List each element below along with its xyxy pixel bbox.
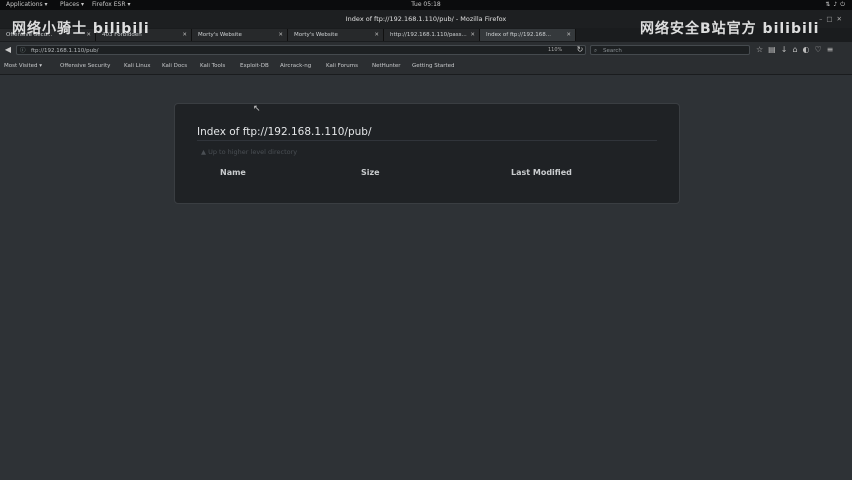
extension-icon[interactable]: ◐ bbox=[803, 45, 815, 54]
search-input[interactable]: ⌕ Search bbox=[590, 45, 750, 55]
maximize-icon[interactable]: □ bbox=[826, 15, 836, 23]
bookmark-exploit-db[interactable]: Exploit-DB bbox=[240, 58, 269, 74]
bookmark-offensive-security[interactable]: Offensive Security bbox=[60, 58, 110, 74]
window-controls[interactable]: –□✕ bbox=[819, 10, 846, 28]
system-top-bar: Applications ▾ Places ▾ Firefox ESR ▾ Tu… bbox=[0, 0, 852, 10]
power-icon[interactable]: ⏻ bbox=[840, 1, 848, 8]
info-icon[interactable]: ⓘ bbox=[20, 46, 26, 56]
back-icon[interactable]: ◀ bbox=[2, 44, 14, 56]
navigation-bar: ◀ ⓘ ftp://192.168.1.110/pub/ 110% ↻ ⌕ Se… bbox=[0, 42, 852, 58]
system-tray[interactable]: ⇅♪⏻ bbox=[825, 0, 848, 10]
close-tab-icon[interactable]: ✕ bbox=[374, 29, 379, 41]
bookmark-star-icon[interactable]: ☆ bbox=[756, 45, 768, 54]
column-header-name[interactable]: Name bbox=[220, 168, 246, 177]
watermark-right: 网络安全B站官方 bilibili bbox=[640, 21, 820, 37]
search-placeholder: Search bbox=[603, 48, 622, 54]
close-tab-icon[interactable]: ✕ bbox=[278, 29, 283, 41]
url-text: ftp://192.168.1.110/pub/ bbox=[31, 48, 99, 54]
directory-listing-panel: Index of ftp://192.168.1.110/pub/ ▲ Up t… bbox=[174, 103, 680, 204]
library-icon[interactable]: ▤ bbox=[768, 45, 781, 54]
bookmark-nethunter[interactable]: NetHunter bbox=[372, 58, 401, 74]
menu-icon[interactable]: ≡ bbox=[827, 45, 839, 54]
bookmarks-toolbar: Most Visited ▾ Offensive Security Kali L… bbox=[0, 58, 852, 75]
clock[interactable]: Tue 05:18 bbox=[0, 0, 852, 10]
column-header-size[interactable]: Size bbox=[361, 168, 380, 177]
download-icon[interactable]: ↓ bbox=[781, 45, 793, 54]
url-bar[interactable]: ⓘ ftp://192.168.1.110/pub/ bbox=[16, 45, 586, 55]
bookmark-kali-docs[interactable]: Kali Docs bbox=[162, 58, 187, 74]
pocket-icon[interactable]: ♡ bbox=[815, 45, 827, 54]
divider bbox=[197, 140, 657, 141]
tab[interactable]: http://192.168.1.110/pass... ✕ bbox=[384, 29, 480, 41]
tab-active[interactable]: Index of ftp://192.168... ✕ bbox=[480, 29, 576, 41]
reload-icon[interactable]: ↻ bbox=[574, 44, 586, 56]
close-tab-icon[interactable]: ✕ bbox=[182, 29, 187, 41]
zoom-level[interactable]: 110% bbox=[548, 45, 562, 55]
bookmark-kali-forums[interactable]: Kali Forums bbox=[326, 58, 358, 74]
parent-directory-link[interactable]: ▲ Up to higher level directory bbox=[201, 148, 297, 156]
column-header-last-modified[interactable]: Last Modified bbox=[511, 168, 572, 177]
tab-label: Morty's Website bbox=[198, 32, 242, 38]
close-icon[interactable]: ✕ bbox=[837, 15, 846, 23]
parent-directory-label: Up to higher level directory bbox=[208, 148, 298, 156]
tab-label: http://192.168.1.110/pass... bbox=[390, 32, 467, 38]
tab-label: Index of ftp://192.168... bbox=[486, 32, 551, 38]
tab[interactable]: Morty's Website ✕ bbox=[288, 29, 384, 41]
close-tab-icon[interactable]: ✕ bbox=[566, 29, 571, 41]
search-icon: ⌕ bbox=[594, 48, 598, 54]
bookmark-kali-linux[interactable]: Kali Linux bbox=[124, 58, 151, 74]
bookmark-getting-started[interactable]: Getting Started bbox=[412, 58, 455, 74]
mouse-cursor-icon: ↖ bbox=[253, 104, 261, 114]
tab[interactable]: Morty's Website ✕ bbox=[192, 29, 288, 41]
toolbar-icons: ☆▤↓⌂◐♡≡ bbox=[756, 44, 838, 56]
window-title: Index of ftp://192.168.1.110/pub/ - Mozi… bbox=[345, 15, 507, 23]
bookmark-most-visited[interactable]: Most Visited ▾ bbox=[4, 58, 42, 74]
page-title: Index of ftp://192.168.1.110/pub/ bbox=[197, 126, 372, 138]
close-tab-icon[interactable]: ✕ bbox=[470, 29, 475, 41]
watermark-left: 网络小骑士 bilibili bbox=[12, 21, 150, 37]
bookmark-kali-tools[interactable]: Kali Tools bbox=[200, 58, 225, 74]
tab-label: Morty's Website bbox=[294, 32, 338, 38]
home-icon[interactable]: ⌂ bbox=[792, 45, 802, 54]
bookmark-aircrack-ng[interactable]: Aircrack-ng bbox=[280, 58, 311, 74]
